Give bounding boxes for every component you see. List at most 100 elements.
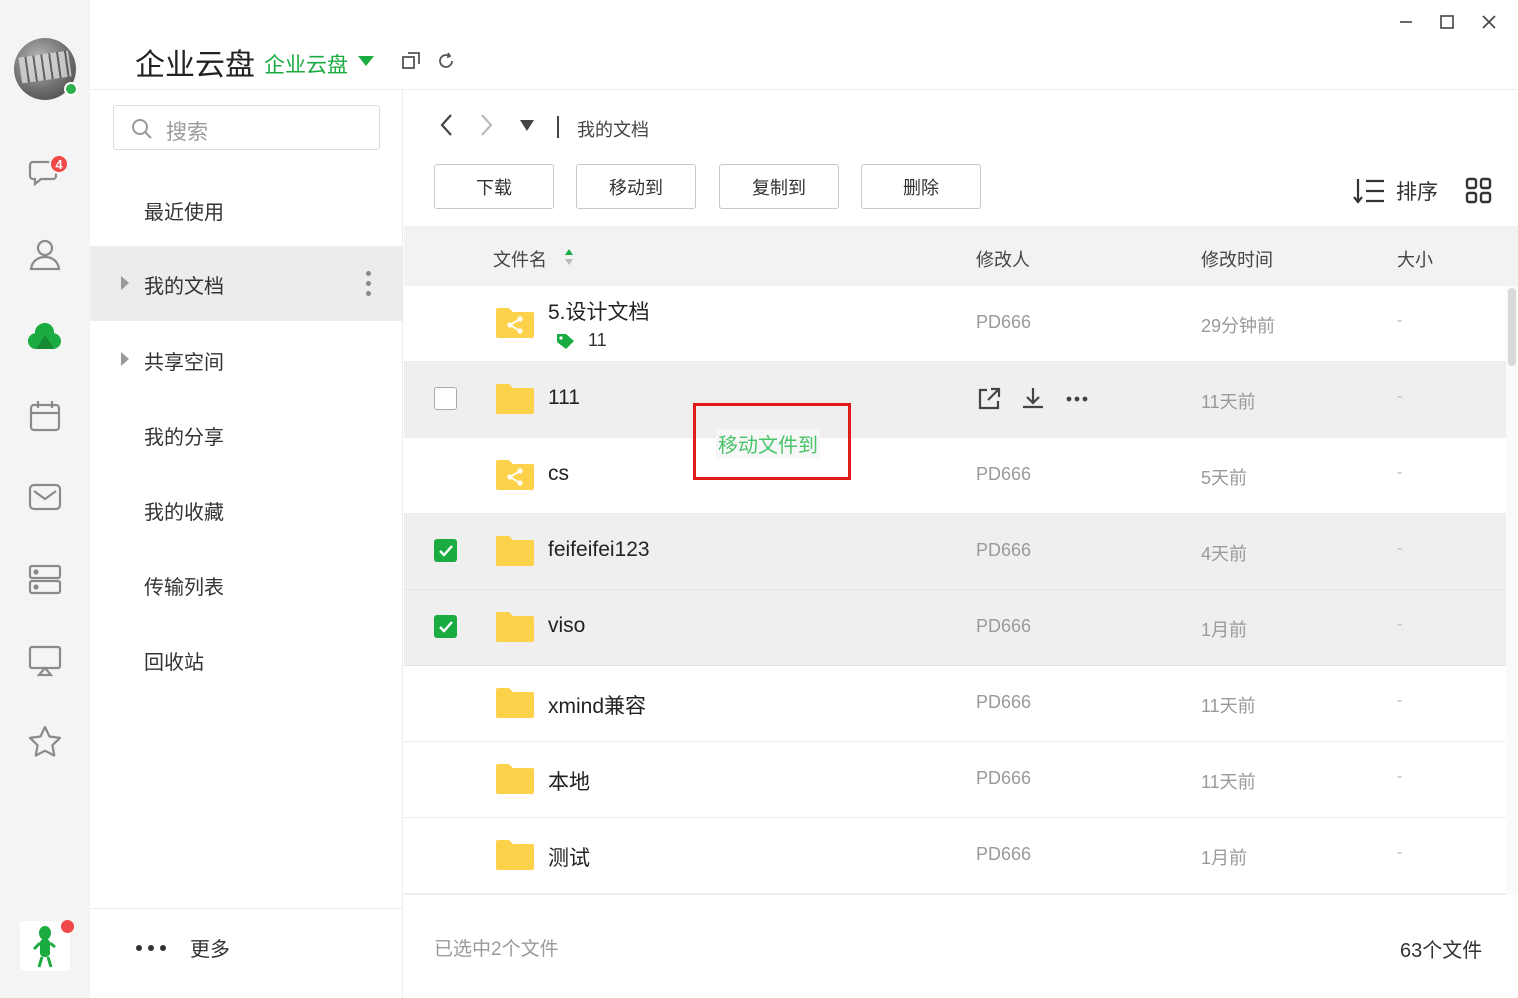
contacts-icon[interactable] xyxy=(25,234,65,274)
nav-divider xyxy=(90,908,402,909)
modified-time: 1月前 xyxy=(1201,620,1248,640)
download-icon[interactable] xyxy=(1020,386,1046,412)
forward-icon[interactable] xyxy=(476,112,496,138)
row-actions xyxy=(976,386,1090,412)
shared-folder-icon xyxy=(496,308,534,338)
screen-share-icon[interactable] xyxy=(25,640,65,680)
nav-item-favorites[interactable]: 我的收藏 xyxy=(90,472,402,547)
more-actions-icon[interactable] xyxy=(1064,386,1090,412)
space-selector[interactable]: 企业云盘 xyxy=(264,49,348,79)
tag-count-value: 11 xyxy=(588,330,607,350)
minimize-icon[interactable] xyxy=(1394,10,1418,34)
mail-icon[interactable] xyxy=(25,477,65,517)
refresh-icon[interactable] xyxy=(435,50,457,72)
move-tooltip-text: 移动文件到 xyxy=(716,429,820,458)
nav-item-recent[interactable]: 最近使用 xyxy=(90,172,402,247)
nav-item-label: 传输列表 xyxy=(144,577,224,599)
folder-icon xyxy=(496,536,534,566)
calendar-icon[interactable] xyxy=(25,396,65,436)
sort-arrows-icon[interactable] xyxy=(564,248,574,266)
expand-arrow-icon[interactable] xyxy=(121,276,129,290)
file-name[interactable]: feifeifei123 xyxy=(548,538,650,562)
file-name[interactable]: xmind兼容 xyxy=(548,690,646,720)
move-tooltip-highlight: 移动文件到 xyxy=(693,403,851,480)
folder-icon xyxy=(496,384,534,414)
modified-time: 11天前 xyxy=(1201,696,1256,716)
table-row[interactable]: 本地 PD666 11天前 - xyxy=(404,742,1506,818)
file-size: - xyxy=(1397,692,1403,709)
file-name[interactable]: cs xyxy=(548,462,569,486)
file-name[interactable]: 测试 xyxy=(548,842,590,872)
table-row[interactable]: feifeifei123 PD666 4天前 - xyxy=(404,514,1506,590)
table-row[interactable]: cs PD666 5天前 - xyxy=(404,438,1506,514)
column-header-name[interactable]: 文件名 xyxy=(493,246,547,272)
sort-button[interactable]: 排序 xyxy=(1352,176,1438,206)
nav-item-transfers[interactable]: 传输列表 xyxy=(90,547,402,622)
download-button[interactable]: 下载 xyxy=(434,164,554,209)
check-icon xyxy=(438,620,453,633)
nav-item-recycle-bin[interactable]: 回收站 xyxy=(90,622,402,697)
modifier: PD666 xyxy=(976,464,1032,484)
delete-button[interactable]: 删除 xyxy=(861,164,981,209)
file-size: - xyxy=(1397,312,1403,329)
table-row[interactable]: xmind兼容 PD666 11天前 - xyxy=(404,666,1506,742)
caret-down-icon[interactable] xyxy=(358,56,374,66)
cloud-drive-icon[interactable] xyxy=(25,316,65,356)
main-content: 我的文档 下载 移动到 复制到 删除 排序 文件名 修改人 修改时间 大小 5.… xyxy=(404,90,1518,998)
nav-item-my-docs[interactable]: 我的文档 xyxy=(90,246,402,321)
modifier: PD666 xyxy=(976,540,1032,560)
file-name[interactable]: 111 xyxy=(548,386,580,410)
expand-arrow-icon[interactable] xyxy=(121,352,129,366)
more-button[interactable]: 更多 xyxy=(136,933,230,962)
history-dropdown-icon[interactable] xyxy=(520,120,534,131)
table-header: 文件名 修改人 修改时间 大小 xyxy=(404,226,1518,286)
online-status-dot xyxy=(64,82,78,96)
nav-item-shared-space[interactable]: 共享空间 xyxy=(90,322,402,397)
nav-item-my-shares[interactable]: 我的分享 xyxy=(90,397,402,472)
column-header-modified[interactable]: 修改时间 xyxy=(1201,246,1273,272)
popout-window-icon[interactable] xyxy=(400,50,422,72)
modifier: PD666 xyxy=(976,692,1032,712)
grid-view-icon[interactable] xyxy=(1465,177,1493,205)
copy-to-button[interactable]: 复制到 xyxy=(719,164,839,209)
file-count: 63个文件 xyxy=(1400,940,1483,962)
search-input[interactable]: 搜索 xyxy=(113,105,380,150)
nav-item-label: 我的文档 xyxy=(144,276,224,298)
file-name[interactable]: 本地 xyxy=(548,766,590,796)
check-icon xyxy=(438,544,453,557)
file-name[interactable]: 5.设计文档 xyxy=(548,296,650,326)
nav-item-label: 共享空间 xyxy=(144,352,224,374)
modified-time: 11天前 xyxy=(1201,772,1256,792)
file-size: - xyxy=(1397,768,1403,785)
scroll-thumb[interactable] xyxy=(1508,288,1516,366)
table-row[interactable]: 测试 PD666 1月前 - xyxy=(404,818,1506,894)
storage-icon[interactable] xyxy=(25,559,65,599)
column-header-size[interactable]: 大小 xyxy=(1397,246,1433,272)
sort-icon xyxy=(1353,179,1384,204)
tag-count[interactable]: 11 xyxy=(556,330,607,351)
table-row[interactable]: 111 11天前 - xyxy=(404,362,1506,438)
row-checkbox-checked[interactable] xyxy=(434,615,457,638)
table-row[interactable]: 5.设计文档 11 PD666 29分钟前 - xyxy=(404,286,1506,362)
notification-dot xyxy=(61,920,74,933)
row-checkbox-checked[interactable] xyxy=(434,539,457,562)
maximize-icon[interactable] xyxy=(1435,10,1459,34)
breadcrumb-separator xyxy=(557,116,559,138)
close-icon[interactable] xyxy=(1477,10,1501,34)
table-row[interactable]: viso PD666 1月前 - xyxy=(404,590,1506,666)
file-name[interactable]: viso xyxy=(548,614,585,638)
vertical-scrollbar[interactable] xyxy=(1506,286,1518,894)
ellipsis-icon xyxy=(136,944,166,951)
shared-folder-icon xyxy=(496,460,534,490)
file-size: - xyxy=(1397,540,1403,557)
back-icon[interactable] xyxy=(437,112,457,138)
modifier: PD666 xyxy=(976,768,1032,788)
move-to-button[interactable]: 移动到 xyxy=(576,164,696,209)
breadcrumb-current[interactable]: 我的文档 xyxy=(577,116,649,142)
more-options-icon[interactable] xyxy=(366,271,372,297)
share-link-icon[interactable] xyxy=(976,386,1002,412)
column-header-modifier[interactable]: 修改人 xyxy=(976,246,1030,272)
row-checkbox[interactable] xyxy=(434,387,457,410)
star-icon[interactable] xyxy=(25,722,65,762)
sort-label: 排序 xyxy=(1396,181,1438,204)
